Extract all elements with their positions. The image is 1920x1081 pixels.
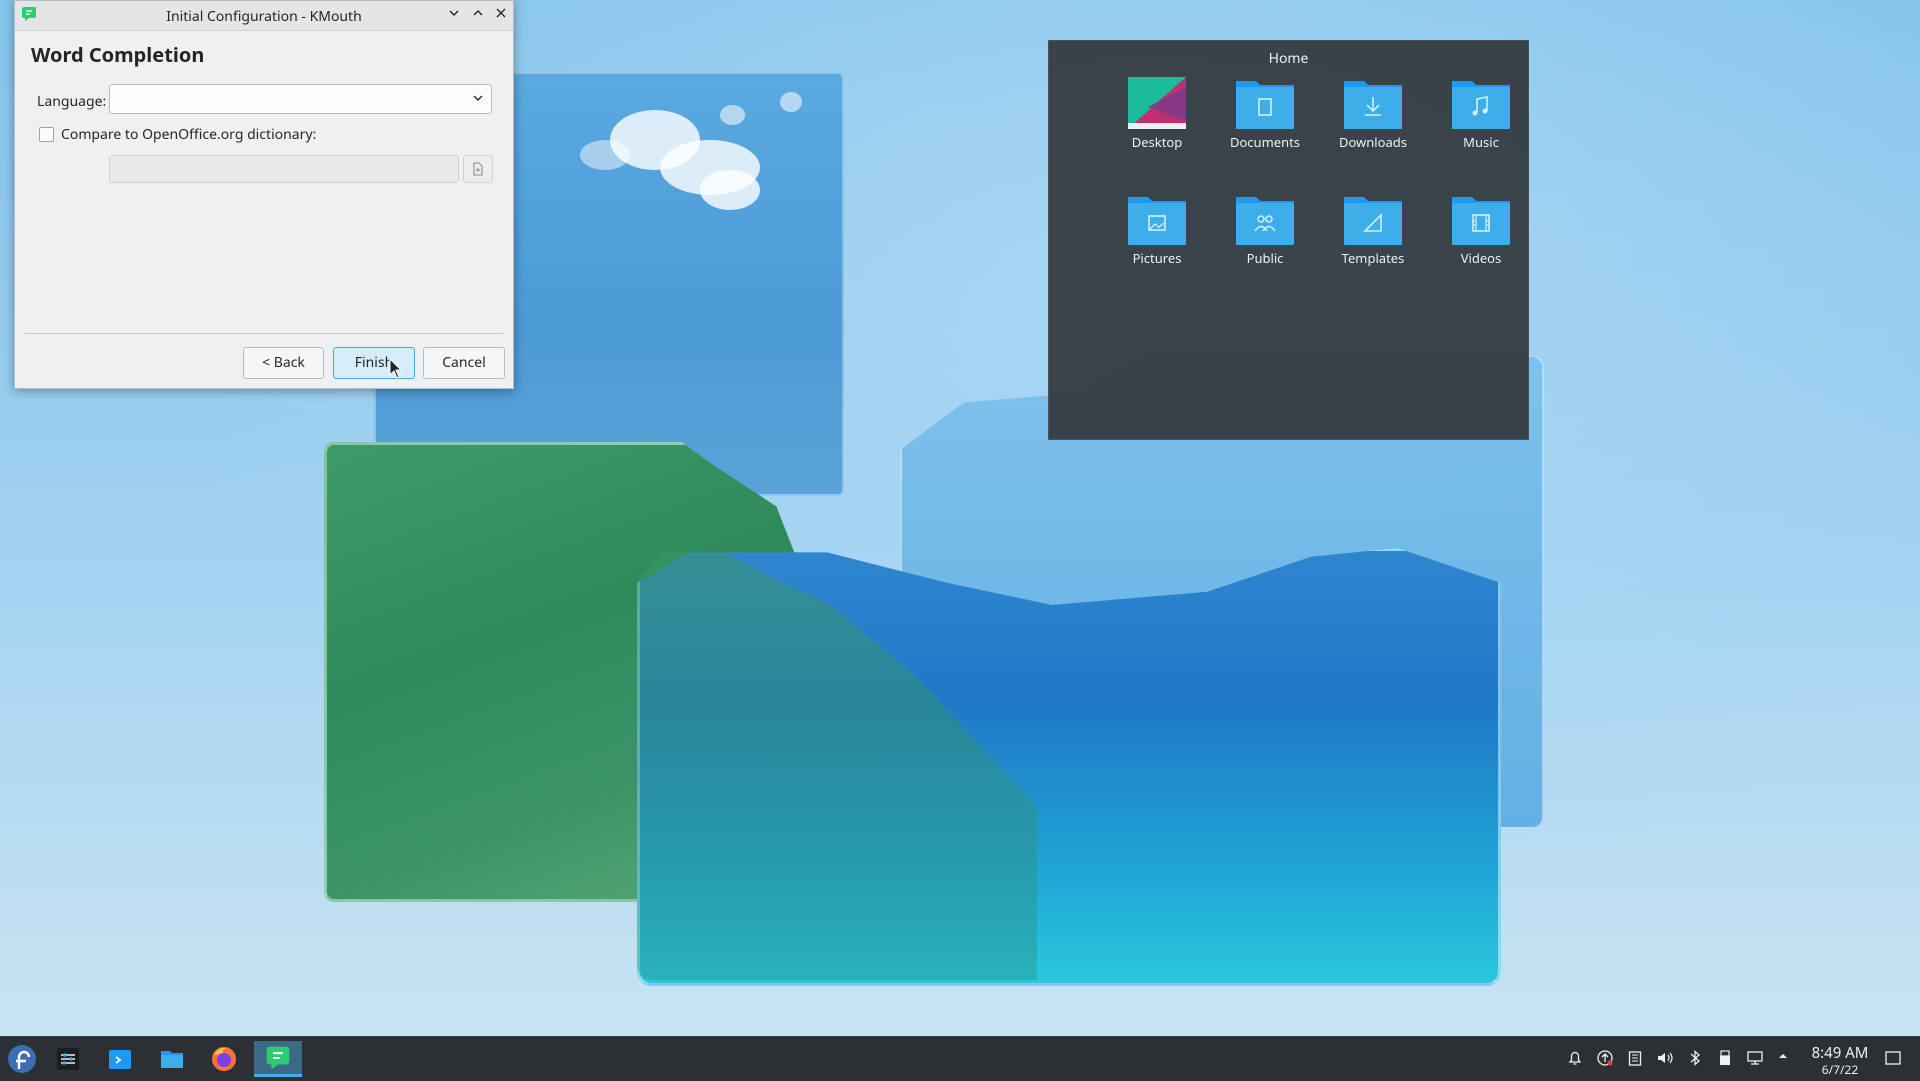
folder-item-music[interactable]: Music bbox=[1431, 77, 1531, 151]
folder-item-desktop[interactable]: Desktop bbox=[1107, 77, 1207, 151]
public-folder-icon bbox=[1236, 197, 1294, 245]
folder-item-templates[interactable]: Templates bbox=[1323, 193, 1423, 267]
show-desktop-icon bbox=[1885, 1051, 1901, 1065]
language-combobox[interactable] bbox=[109, 84, 492, 114]
desktop-folder-icon bbox=[1128, 77, 1186, 129]
music-folder-icon bbox=[1452, 81, 1510, 129]
show-desktop-button[interactable] bbox=[1884, 1049, 1902, 1067]
templates-folder-icon bbox=[1344, 197, 1402, 245]
chevron-up-icon bbox=[473, 10, 483, 16]
update-arrow-icon bbox=[1597, 1050, 1613, 1066]
dictionary-path-input bbox=[109, 155, 459, 183]
removable-devices-icon[interactable] bbox=[1716, 1049, 1734, 1067]
clipboard-icon-glyph bbox=[1628, 1051, 1642, 1066]
open-file-icon bbox=[473, 162, 483, 176]
taskbar-item-discover[interactable] bbox=[100, 1041, 140, 1077]
page-heading: Word Completion bbox=[31, 41, 205, 68]
settings-sliders-icon bbox=[57, 1048, 79, 1070]
documents-folder-icon bbox=[1236, 81, 1294, 129]
wallpaper-cloud bbox=[580, 140, 630, 170]
chevron-up-icon bbox=[1779, 1054, 1787, 1058]
discover-icon bbox=[109, 1050, 131, 1069]
firefox-icon bbox=[212, 1047, 236, 1071]
pictures-folder-icon bbox=[1128, 197, 1186, 245]
dialog-separator bbox=[25, 333, 503, 334]
folder-item-label: Public bbox=[1246, 249, 1284, 267]
folder-item-label: Desktop bbox=[1131, 133, 1183, 151]
usb-drive-icon bbox=[1720, 1050, 1730, 1065]
notifications-icon[interactable] bbox=[1566, 1049, 1584, 1067]
folder-item-downloads[interactable]: Downloads bbox=[1323, 77, 1423, 151]
fedora-logo-icon bbox=[8, 1045, 36, 1073]
taskbar-item-kmouth[interactable] bbox=[254, 1041, 302, 1077]
bell-icon bbox=[1568, 1051, 1582, 1065]
wired-network-icon bbox=[1747, 1051, 1763, 1065]
folder-item-label: Templates bbox=[1341, 249, 1405, 267]
taskbar-item-firefox[interactable] bbox=[204, 1041, 244, 1077]
folder-view-title: Home bbox=[1268, 49, 1309, 68]
clipboard-icon[interactable] bbox=[1626, 1049, 1644, 1067]
folder-icon bbox=[161, 1051, 183, 1068]
taskbar-item-system-settings[interactable] bbox=[48, 1041, 88, 1077]
updates-icon[interactable] bbox=[1596, 1049, 1614, 1067]
folder-item-pictures[interactable]: Pictures bbox=[1107, 193, 1207, 267]
compare-dictionary-checkbox[interactable] bbox=[39, 127, 54, 142]
dictionary-browse-button bbox=[463, 155, 493, 183]
kmouth-config-dialog[interactable]: Initial Configuration - KMouth Word Comp… bbox=[14, 0, 514, 389]
folder-item-label: Music bbox=[1463, 133, 1499, 151]
close-icon bbox=[496, 8, 506, 18]
wallpaper-cloud bbox=[720, 105, 745, 125]
window-title: Initial Configuration - KMouth bbox=[166, 7, 362, 26]
speaker-icon bbox=[1658, 1052, 1673, 1064]
cancel-button[interactable]: Cancel bbox=[423, 347, 505, 379]
taskbar-item-dolphin[interactable] bbox=[152, 1041, 192, 1077]
window-titlebar[interactable]: Initial Configuration - KMouth bbox=[15, 1, 513, 31]
bluetooth-icon[interactable] bbox=[1686, 1049, 1704, 1067]
folder-item-videos[interactable]: Videos bbox=[1431, 193, 1531, 267]
clock-time[interactable]: 8:49 AM bbox=[1800, 1043, 1880, 1063]
wallpaper-cloud bbox=[700, 170, 760, 210]
folder-item-label: Pictures bbox=[1132, 249, 1182, 267]
language-label: Language: bbox=[37, 92, 107, 111]
chevron-down-icon bbox=[449, 10, 459, 16]
maximize-button[interactable] bbox=[469, 6, 487, 24]
tray-expand-button[interactable] bbox=[1774, 1049, 1792, 1067]
folder-item-public[interactable]: Public bbox=[1215, 193, 1315, 267]
folder-item-label: Documents bbox=[1229, 133, 1301, 151]
wallpaper-cloud bbox=[780, 92, 802, 112]
taskbar: 8:49 AM 6/7/22 bbox=[0, 1036, 1920, 1081]
application-launcher[interactable] bbox=[2, 1041, 42, 1077]
network-icon[interactable] bbox=[1746, 1049, 1764, 1067]
folder-item-label: Downloads bbox=[1338, 133, 1408, 151]
downloads-folder-icon bbox=[1344, 81, 1402, 129]
minimize-button[interactable] bbox=[445, 6, 463, 24]
compare-dictionary-label[interactable]: Compare to OpenOffice.org dictionary: bbox=[61, 125, 316, 144]
chevron-down-icon bbox=[473, 95, 483, 101]
bluetooth-icon-glyph bbox=[1690, 1050, 1700, 1066]
folder-view-widget[interactable]: Home Desktop Documents Downloads Music P… bbox=[1048, 40, 1529, 440]
mouse-pointer-icon bbox=[389, 358, 403, 379]
folder-item-label: Videos bbox=[1460, 249, 1502, 267]
kmouth-app-icon bbox=[266, 1046, 290, 1070]
folder-item-documents[interactable]: Documents bbox=[1215, 77, 1315, 151]
back-button[interactable]: < Back bbox=[243, 347, 324, 379]
volume-icon[interactable] bbox=[1656, 1049, 1674, 1067]
clock-date[interactable]: 6/7/22 bbox=[1800, 1061, 1880, 1078]
videos-folder-icon bbox=[1452, 197, 1510, 245]
close-button[interactable] bbox=[492, 6, 510, 24]
